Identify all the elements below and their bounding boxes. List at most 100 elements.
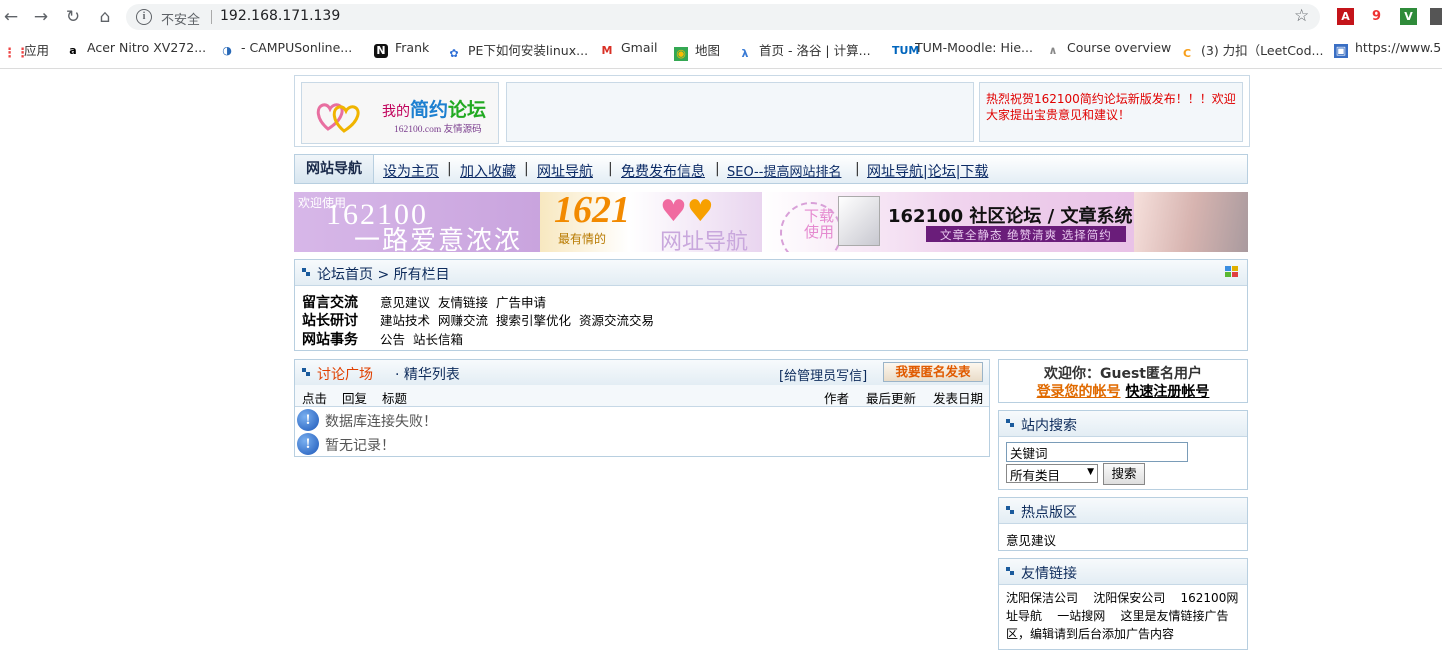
breadcrumb-current: 所有栏目: [393, 267, 450, 283]
square-bullet-icon: [302, 268, 310, 276]
hearts-logo-icon: [316, 103, 360, 133]
banner-ad: 欢迎使用 162100 一路爱意浓浓 1621 ♥♥ 最有情的 网址导航 下载使…: [294, 192, 1248, 252]
info-icon[interactable]: i: [136, 9, 152, 25]
banner-brand-sub: 最有情的: [558, 232, 607, 246]
col-author[interactable]: 作者: [824, 388, 849, 407]
category-item[interactable]: 友情链接: [438, 295, 488, 310]
banner-photo: [1134, 192, 1248, 252]
pdf-extension-icon[interactable]: A: [1337, 8, 1354, 25]
breadcrumb-home[interactable]: 论坛首页: [317, 267, 373, 283]
nav-add-favorite[interactable]: 加入收藏: [460, 161, 516, 181]
reload-icon[interactable]: ↻: [62, 6, 84, 28]
links-title: 友情链接: [1021, 566, 1077, 582]
category-name[interactable]: 网站事务: [302, 329, 380, 349]
nav-links-group[interactable]: 网址导航|论坛|下载: [867, 161, 988, 181]
bookmark-pe-linux[interactable]: ✿ PE下如何安装linux...: [447, 40, 588, 61]
forward-icon[interactable]: →: [30, 6, 52, 28]
site-logo[interactable]: 我的简约论坛 162100.com 友情源码: [301, 82, 499, 144]
category-row: 网站事务 公告 站长信箱: [302, 329, 471, 349]
tab-featured[interactable]: · 精华列表: [395, 364, 460, 384]
search-panel: 站内搜索 所有类目 ▼ 搜索: [998, 410, 1248, 490]
post-anonymous-button[interactable]: 我要匿名发表: [883, 362, 983, 382]
bookmark-course-overview[interactable]: ∧ Course overview: [1046, 40, 1172, 58]
category-item[interactable]: 公告: [380, 332, 405, 347]
bookmark-5[interactable]: ▣ https://www.5: [1334, 40, 1441, 58]
bookmark-label: TUM-Moodle: Hie...: [915, 40, 1033, 55]
links-text[interactable]: 沈阳保洁公司 沈阳保安公司 162100网址导航 一站搜网 这里是友情链接广告区…: [1006, 589, 1242, 643]
banner-brand[interactable]: 1621 ♥♥ 最有情的 网址导航: [540, 192, 762, 252]
back-icon[interactable]: ←: [0, 6, 22, 28]
bookmark-star-icon[interactable]: ☆: [1294, 6, 1309, 26]
address-bar[interactable]: i 不安全 192.168.171.139: [126, 4, 1320, 30]
nav-separator: |: [608, 161, 613, 177]
bookmark-tum-moodle[interactable]: TUMTUM-Moodle: Hie...: [892, 40, 1033, 58]
bookmark-gmail[interactable]: M Gmail: [600, 40, 658, 58]
bookmark-frank[interactable]: N Frank: [374, 40, 429, 58]
bookmark-apps[interactable]: ⋮⋮应用: [3, 40, 49, 61]
discussion-panel: 讨论广场 · 精华列表 [给管理员写信] 我要匿名发表 点击 回复 标题 作者 …: [294, 359, 990, 457]
category-item[interactable]: 搜索引擎优化: [496, 313, 571, 328]
banner-tagline: 文章全静态 绝赞清爽 选择简约: [940, 228, 1112, 242]
category-item[interactable]: 广告申请: [496, 295, 546, 310]
site-navbar: 网站导航 设为主页 | 加入收藏 | 网址导航 | 免费发布信息 | SEO--…: [294, 154, 1248, 184]
login-link[interactable]: 登录您的帐号: [1037, 384, 1121, 400]
bookmark-luogu[interactable]: λ 首页 - 洛谷 | 计算...: [738, 40, 871, 61]
theme-color-icon[interactable]: [1225, 266, 1239, 278]
square-bullet-icon: [1006, 506, 1014, 514]
register-link[interactable]: 快速注册帐号: [1125, 384, 1209, 400]
bookmark-label: 地图: [695, 43, 721, 58]
search-title: 站内搜索: [1021, 418, 1077, 434]
category-name[interactable]: 留言交流: [302, 292, 380, 312]
nav-separator: |: [447, 161, 452, 177]
category-header: 论坛首页 > 所有栏目: [295, 260, 1247, 286]
hot-title: 热点版区: [1021, 505, 1077, 521]
banner-welcome[interactable]: 欢迎使用 162100 一路爱意浓浓: [294, 192, 540, 252]
nav-free-post[interactable]: 免费发布信息: [621, 161, 705, 181]
category-row: 站长研讨 建站技术 网赚交流 搜索引擎优化 资源交流交易: [302, 310, 662, 330]
insecure-label: 不安全: [161, 13, 201, 28]
home-icon[interactable]: ⌂: [94, 6, 116, 28]
bookmark-acer[interactable]: a Acer Nitro XV272...: [66, 40, 206, 58]
col-title[interactable]: 标题: [382, 388, 407, 407]
header: 我的简约论坛 162100.com 友情源码 热烈祝贺162100简约论坛新版发…: [294, 75, 1250, 147]
category-name[interactable]: 站长研讨: [302, 310, 380, 330]
nav-separator: |: [715, 161, 720, 177]
url-text[interactable]: 192.168.171.139: [220, 8, 340, 24]
nav-set-homepage[interactable]: 设为主页: [383, 161, 439, 181]
square-bullet-icon: [302, 368, 310, 376]
tab-discussion[interactable]: 讨论广场: [317, 364, 373, 384]
col-replies[interactable]: 回复: [342, 388, 367, 407]
bookmark-leetcode[interactable]: C (3) 力扣（LeetCod...: [1180, 40, 1323, 61]
software-box-icon: [838, 196, 880, 246]
category-item[interactable]: 意见建议: [380, 295, 430, 310]
bookmark-label: Gmail: [621, 40, 658, 55]
notice-text: 热烈祝贺162100简约论坛新版发布！！！欢迎大家提出宝贵意见和建议！: [986, 92, 1236, 122]
col-last-update[interactable]: 最后更新: [866, 388, 916, 407]
discussion-header: 讨论广场 · 精华列表 [给管理员写信] 我要匿名发表: [295, 360, 989, 386]
write-admin-link[interactable]: [给管理员写信]: [779, 365, 867, 384]
banner-slogan: 一路爱意浓浓: [354, 226, 523, 252]
banner-product[interactable]: 下载使用 162100 社区论坛 / 文章系统 文章全静态 绝赞清爽 选择简约: [762, 192, 1248, 252]
alert-icon: !: [297, 433, 319, 455]
bookmark-maps[interactable]: ◉ 地图: [674, 40, 720, 61]
category-select-value: 所有类目: [1010, 468, 1061, 483]
category-item[interactable]: 资源交流交易: [579, 313, 654, 328]
category-item[interactable]: 网赚交流: [438, 313, 488, 328]
col-clicks[interactable]: 点击: [302, 388, 327, 407]
logo-title: 我的简约论坛: [382, 95, 486, 122]
nav-seo[interactable]: SEO--提高网站排名: [727, 161, 841, 180]
apps-grid-icon: ⋮⋮: [3, 46, 29, 61]
v-extension-icon[interactable]: V: [1400, 8, 1417, 25]
nav-url-directory[interactable]: 网址导航: [537, 161, 593, 181]
extension-icon[interactable]: [1430, 8, 1442, 25]
category-select[interactable]: 所有类目 ▼: [1006, 464, 1098, 483]
bookmark-campusonline[interactable]: ◑ - CAMPUSonline...: [220, 40, 352, 58]
bookmarks-bar: ⋮⋮应用 a Acer Nitro XV272... ◑ - CAMPUSonlin…: [0, 38, 1442, 62]
col-post-date[interactable]: 发表日期: [933, 388, 983, 407]
category-item[interactable]: 站长信箱: [413, 332, 463, 347]
search-button[interactable]: 搜索: [1103, 463, 1145, 485]
category-item[interactable]: 建站技术: [380, 313, 430, 328]
extension-99-icon[interactable]: 9: [1368, 8, 1385, 25]
search-input[interactable]: [1006, 442, 1188, 462]
hot-item[interactable]: 意见建议: [1006, 530, 1056, 549]
